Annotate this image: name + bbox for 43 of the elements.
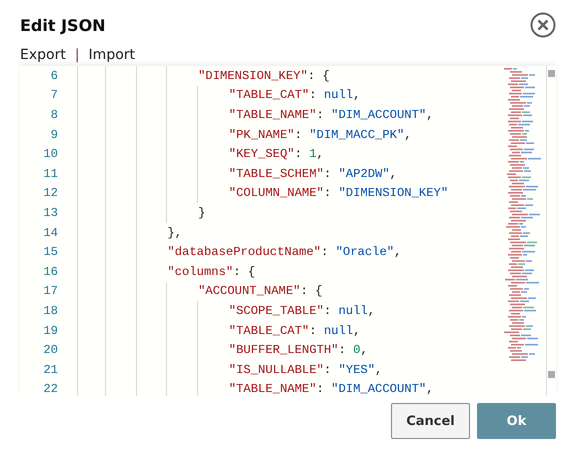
code-line: "databaseProductName": "Oracle", [166,245,402,260]
line-number: 22 [42,382,58,396]
code-line: "columns": { [166,264,256,279]
code-line: "TABLE_NAME": "DIM_ACCOUNT", [228,382,434,396]
code-line: } [197,206,206,220]
line-number: 17 [42,284,58,298]
line-number: 14 [42,226,58,240]
code-line: "PK_NAME": "DIM_MACC_PK", [228,128,412,142]
code-line: "TABLE_CAT": null, [228,324,360,338]
line-number: 19 [42,324,58,338]
menu-separator: | [74,47,80,63]
line-number: 7 [50,88,58,102]
code-line: "TABLE_SCHEM": "AP2DW", [228,166,397,181]
code-line: "SCOPE_TABLE": null, [228,304,376,318]
line-number: 10 [42,147,58,162]
code-line: "TABLE_CAT": null, [228,88,360,102]
code-line: "ACCOUNT_NAME": { [197,284,322,298]
line-number: 15 [42,245,58,260]
menu-link[interactable]: Export [20,47,66,63]
line-number: 9 [50,128,58,142]
line-number: 21 [42,362,58,377]
scrollbar[interactable] [546,66,556,396]
code-line: "COLUMN_NAME": "DIMENSION_KEY" [228,186,448,200]
line-number: 12 [42,186,58,200]
line-number: 6 [50,68,58,83]
code-line: "DIMENSION_KEY": { [197,68,330,83]
code-line: "BUFFER_LENGTH": 0, [228,343,368,358]
ok-button[interactable]: Ok [477,403,556,439]
code-line: "KEY_SEQ": 1, [228,147,324,162]
line-number: 11 [42,166,58,181]
line-number: 18 [42,304,58,318]
menu-link[interactable]: Import [88,47,136,63]
code-editor[interactable] [20,66,556,396]
line-number: 8 [50,108,58,122]
dialog-title: Edit JSON [20,16,106,34]
close-icon[interactable] [530,12,556,38]
cancel-button[interactable]: Cancel [391,403,470,439]
line-number: 13 [42,206,58,220]
code-line: "TABLE_NAME": "DIM_ACCOUNT", [228,108,434,122]
code-line: }, [166,226,182,240]
line-number: 20 [42,343,58,358]
line-number: 16 [42,264,58,279]
code-line: "IS_NULLABLE": "YES", [228,362,382,377]
